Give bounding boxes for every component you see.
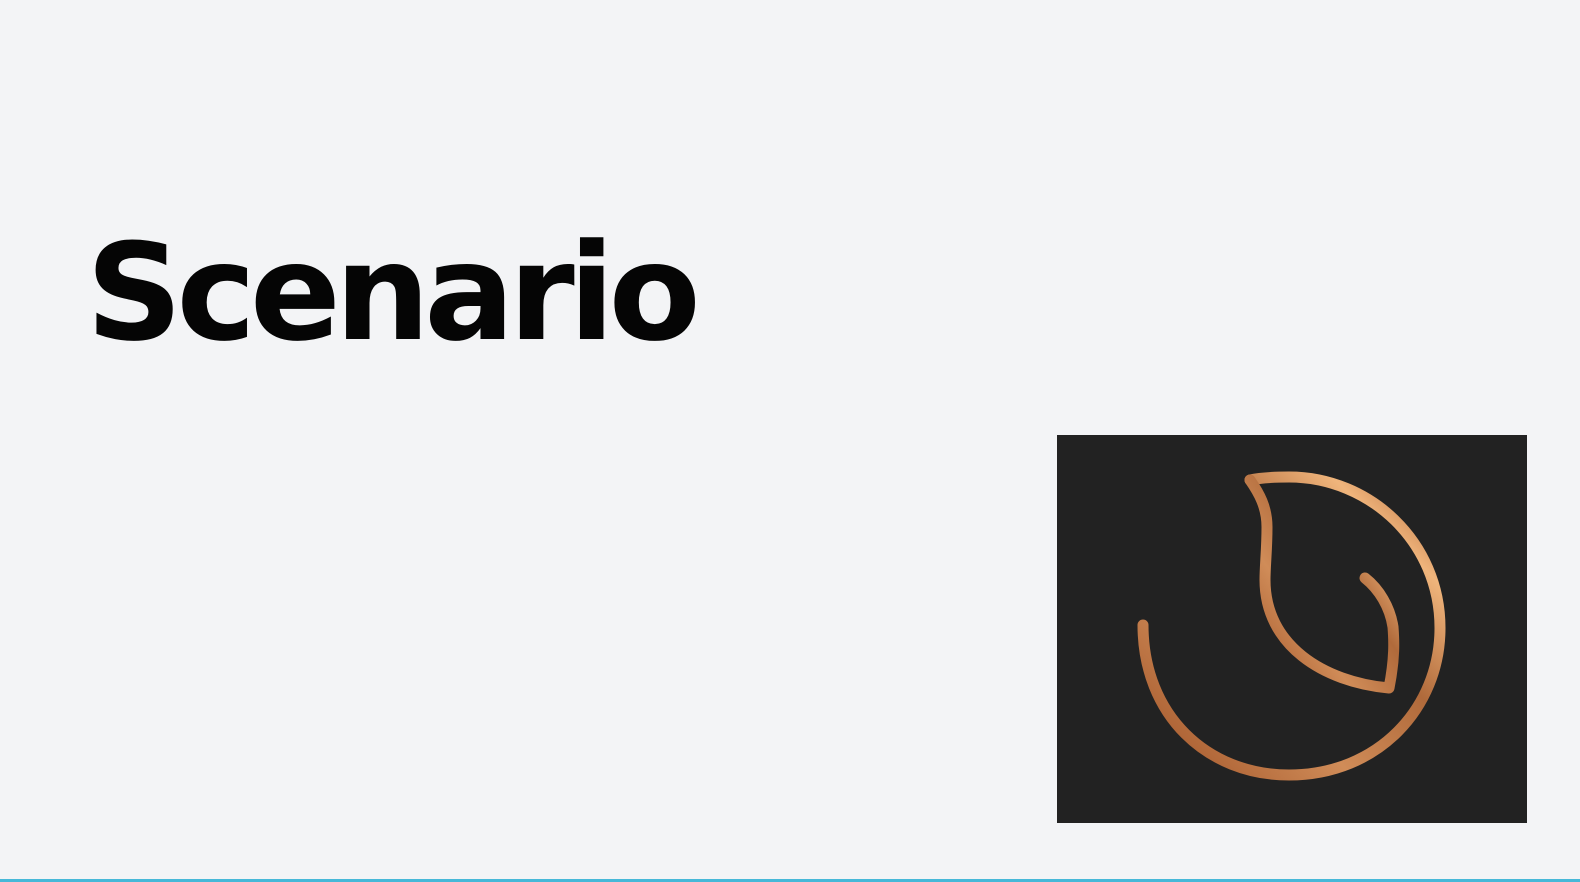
slide-title: Scenario (86, 215, 701, 371)
leaf-outline-stroke (1244, 474, 1400, 694)
logo-panel (1057, 435, 1527, 823)
slide-canvas: Scenario (0, 0, 1580, 882)
leaf-circle-icon (1137, 471, 1446, 781)
